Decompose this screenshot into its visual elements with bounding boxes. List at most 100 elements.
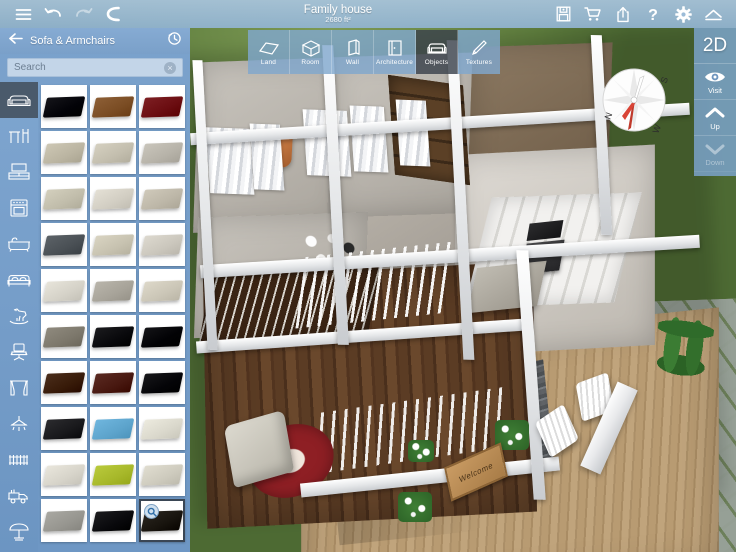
cart-icon (584, 7, 601, 21)
magnet-snap-icon (106, 6, 120, 22)
furniture-item-sofa-loveseat-beige[interactable] (139, 177, 185, 220)
sidebar-item-lighting[interactable] (0, 406, 38, 442)
back-button[interactable] (8, 32, 23, 50)
menu-button[interactable] (8, 0, 38, 28)
preview-magnifier-icon[interactable] (144, 504, 159, 519)
help-button[interactable]: ? (638, 0, 668, 28)
sofa-icon (7, 95, 31, 107)
redo-icon (75, 7, 92, 17)
furniture-item-sofa-red-velvet[interactable] (139, 85, 185, 128)
furniture-item-bench-white-legs[interactable] (41, 453, 87, 496)
furniture-item-sofa-grey-cushion[interactable] (139, 131, 185, 174)
settings-gear-icon (674, 5, 692, 23)
furniture-item-sofa-yellow-pillow[interactable] (90, 223, 136, 266)
document-title-block: Family house 2680 ft² (128, 4, 548, 24)
furniture-item-sofa-white-skirted[interactable] (41, 269, 87, 312)
sidebar-item-garden[interactable] (0, 514, 38, 550)
search-input[interactable] (14, 62, 164, 73)
sidebar-item-storage-tv[interactable] (0, 154, 38, 190)
top-toolbar: Family house 2680 ft² ? (0, 0, 736, 28)
level-down-button[interactable]: Down (694, 136, 736, 172)
furniture-thumbnail (42, 95, 86, 118)
sidebar-item-kitchen[interactable] (0, 190, 38, 226)
sidebar-item-heating[interactable] (0, 442, 38, 478)
undo-button[interactable] (38, 0, 68, 28)
settings-button[interactable] (668, 0, 698, 28)
furniture-item-sofa-grey-tufted[interactable] (90, 269, 136, 312)
furniture-item-sofa-white-bench[interactable] (90, 177, 136, 220)
view-mode-toggle[interactable]: 2D (694, 28, 736, 64)
furniture-item-sofa-dark-preview[interactable] (139, 499, 185, 542)
furniture-item-sofa-black-leather[interactable] (41, 85, 87, 128)
visit-mode-button[interactable]: Visit (694, 64, 736, 100)
sidebar-item-tables-chairs[interactable] (0, 118, 38, 154)
furniture-item-sofa-white-classic[interactable] (139, 407, 185, 450)
furniture-thumbnail (140, 371, 184, 394)
sidebar-item-office[interactable] (0, 334, 38, 370)
furniture-thumbnail (42, 279, 86, 302)
furniture-item-sofa-maroon-wood[interactable] (90, 361, 136, 404)
ceiling-lamp-icon (10, 416, 28, 431)
furniture-item-sofa-black-boxy[interactable] (139, 315, 185, 358)
rocking-horse-icon (9, 308, 29, 325)
furniture-item-sofa-green-accent[interactable] (41, 177, 87, 220)
panel-title: Sofa & Armchairs (30, 35, 115, 47)
furniture-item-sofa-brown-wood[interactable] (41, 361, 87, 404)
tab-architecture[interactable]: Architecture (374, 30, 416, 74)
bathtub-icon (8, 237, 30, 252)
collapse-icon (704, 9, 722, 20)
furniture-item-sofa-beige-long[interactable] (41, 131, 87, 174)
furniture-item-sofa-black-modular[interactable] (139, 361, 185, 404)
utility-truck-icon (8, 489, 28, 504)
furniture-thumbnail (42, 187, 86, 210)
flower-planter (408, 440, 434, 462)
collapse-button[interactable] (698, 0, 728, 28)
sidebar-item-bedroom[interactable] (0, 262, 38, 298)
tab-objects[interactable]: Objects (416, 30, 458, 74)
tab-architecture-label: Architecture (375, 58, 414, 66)
share-button[interactable] (608, 0, 638, 28)
furniture-item-sofa-brown-leather[interactable] (90, 85, 136, 128)
cart-button[interactable] (578, 0, 608, 28)
redo-button[interactable] (68, 0, 98, 28)
furniture-thumbnail (140, 279, 184, 302)
furniture-item-sofa-black-low[interactable] (90, 315, 136, 358)
sidebar-item-curtains[interactable] (0, 370, 38, 406)
sidebar-item-sofa-armchairs[interactable] (0, 82, 38, 118)
furniture-thumbnail (140, 233, 184, 256)
furniture-thumbnail (42, 233, 86, 256)
tab-textures[interactable]: Textures (458, 30, 500, 74)
save-button[interactable] (548, 0, 578, 28)
search-box[interactable]: × (7, 58, 183, 77)
search-clear-button[interactable]: × (164, 61, 176, 74)
furniture-item-mattress-blue[interactable] (90, 407, 136, 450)
furniture-thumbnail (42, 325, 86, 348)
radiator-icon (9, 455, 28, 465)
bed-icon (7, 275, 31, 287)
furniture-item-chaise-cream[interactable] (139, 269, 185, 312)
furniture-item-sofa-dark-grey[interactable] (41, 223, 87, 266)
tab-wall[interactable]: Wall (332, 30, 374, 74)
level-up-button[interactable]: Up (694, 100, 736, 136)
tab-land[interactable]: Land (248, 30, 290, 74)
furniture-item-sectional-grey-l[interactable] (41, 499, 87, 542)
tab-wall-label: Wall (345, 58, 360, 66)
furniture-item-sofa-sectional-cream[interactable] (90, 131, 136, 174)
snap-magnet-button[interactable] (98, 0, 128, 28)
tab-textures-label: Textures (465, 58, 493, 66)
furniture-item-sofa-pale-curved[interactable] (139, 453, 185, 496)
furniture-item-sofa-pale-linen[interactable] (139, 223, 185, 266)
compass-widget[interactable]: N S W (592, 58, 676, 142)
kitchen-island (467, 260, 547, 314)
tab-room[interactable]: Room (290, 30, 332, 74)
history-button[interactable] (167, 31, 182, 51)
furniture-item-bench-pink-top[interactable] (41, 407, 87, 450)
sidebar-item-bathroom[interactable] (0, 226, 38, 262)
menu-icon (15, 8, 31, 20)
tv-stand-icon (8, 163, 30, 180)
sidebar-item-utility[interactable] (0, 478, 38, 514)
furniture-item-sectional-black-l[interactable] (90, 499, 136, 542)
sidebar-item-kids[interactable] (0, 298, 38, 334)
furniture-item-chaise-lime-green[interactable] (90, 453, 136, 496)
furniture-item-daybed-taupe[interactable] (41, 315, 87, 358)
